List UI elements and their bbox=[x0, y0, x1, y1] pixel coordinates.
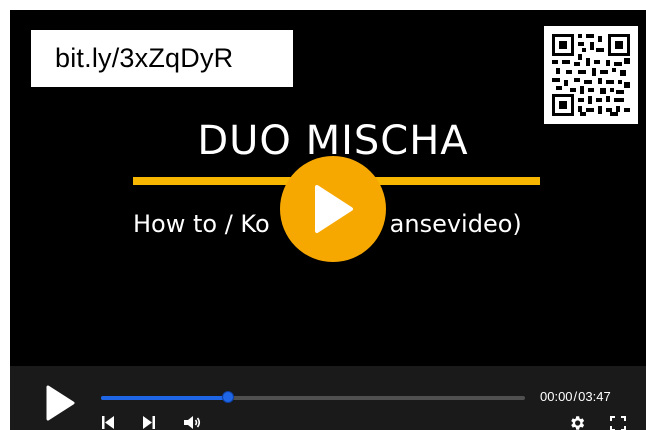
subtitle-text-tail: ansevideo) bbox=[389, 210, 522, 238]
subtitle-text: How to / Ko bbox=[133, 210, 270, 238]
volume-icon bbox=[184, 416, 201, 429]
time-display: 00:00/03:47 bbox=[540, 389, 611, 404]
gear-icon bbox=[571, 416, 585, 430]
progress-handle[interactable] bbox=[222, 391, 235, 403]
skip-forward-button[interactable] bbox=[143, 416, 155, 429]
skip-back-button[interactable] bbox=[102, 416, 114, 429]
time-separator: / bbox=[573, 389, 578, 404]
skip-back-icon bbox=[102, 416, 114, 429]
skip-forward-icon bbox=[143, 416, 155, 429]
play-icon bbox=[46, 385, 75, 421]
play-icon bbox=[315, 185, 353, 233]
progress-fill bbox=[101, 396, 229, 400]
current-time: 00:00 bbox=[540, 389, 573, 404]
url-banner: bit.ly/3xZqDyR bbox=[31, 30, 293, 87]
url-text: bit.ly/3xZqDyR bbox=[55, 43, 234, 73]
qr-code bbox=[544, 26, 638, 124]
fullscreen-icon bbox=[610, 416, 626, 430]
duration: 03:47 bbox=[578, 389, 611, 404]
settings-button[interactable] bbox=[568, 414, 586, 430]
big-play-button[interactable] bbox=[280, 156, 386, 262]
video-frame[interactable]: bit.ly/3xZqDyR DUO MISCHA How to / Ko an… bbox=[10, 10, 646, 366]
play-button[interactable] bbox=[44, 384, 76, 422]
control-bar: 00:00/03:47 bbox=[10, 366, 646, 430]
progress-bar[interactable] bbox=[101, 391, 525, 403]
fullscreen-button[interactable] bbox=[610, 416, 626, 430]
volume-button[interactable] bbox=[184, 415, 202, 430]
video-player: bit.ly/3xZqDyR DUO MISCHA How to / Ko an… bbox=[10, 10, 646, 430]
